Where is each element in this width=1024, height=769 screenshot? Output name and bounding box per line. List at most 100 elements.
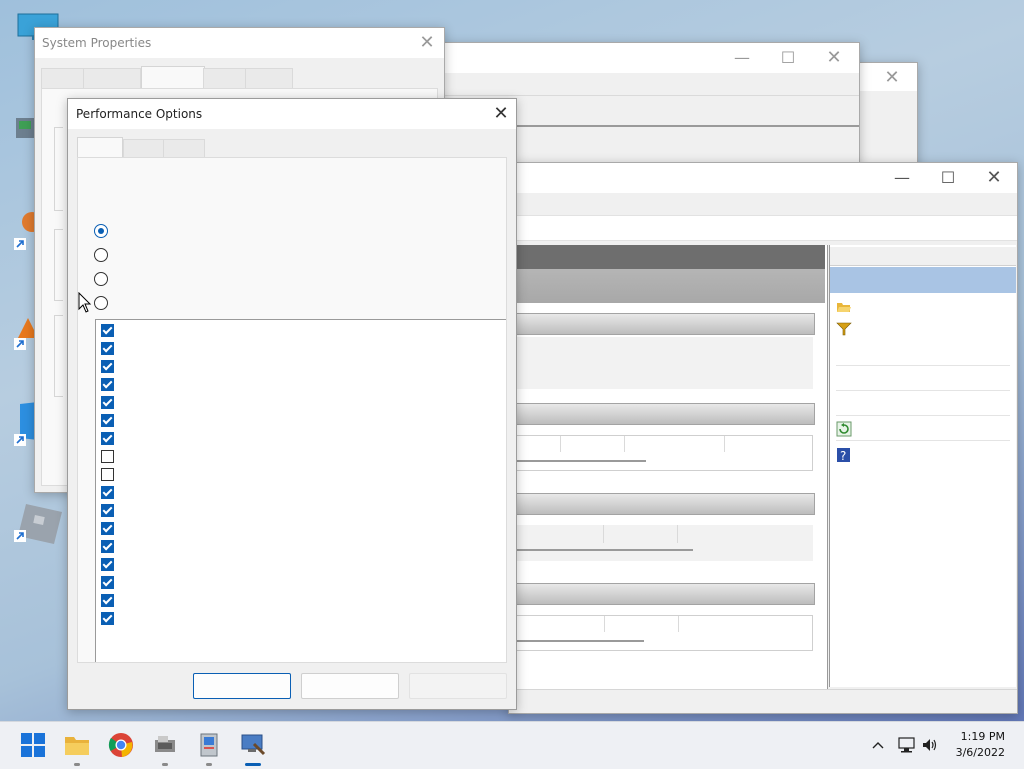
tab-2[interactable] — [83, 68, 141, 89]
volume-icon[interactable] — [921, 736, 939, 754]
close-icon[interactable]: ✕ — [811, 43, 857, 73]
effect-list-item[interactable] — [96, 431, 496, 447]
minimize-icon[interactable]: — — [879, 163, 925, 193]
effect-checkbox[interactable] — [101, 324, 114, 337]
tab-5[interactable] — [245, 68, 293, 89]
radio-let-windows-choose[interactable] — [94, 224, 108, 238]
close-icon[interactable]: ✕ — [478, 99, 524, 129]
effect-list-item[interactable] — [96, 539, 496, 555]
chevron-up-icon[interactable] — [871, 738, 885, 752]
effect-list-item[interactable] — [96, 359, 496, 375]
section-header-1[interactable] — [509, 313, 815, 335]
taskbar-chrome[interactable] — [108, 732, 134, 758]
tab-1[interactable] — [41, 68, 85, 89]
pane-header — [509, 245, 825, 269]
section-header-3[interactable] — [509, 493, 815, 515]
taskbar-computer-management[interactable] — [240, 732, 266, 766]
ok-button[interactable] — [193, 673, 291, 699]
folder-open-icon[interactable] — [836, 299, 852, 315]
effect-checkbox[interactable] — [101, 522, 114, 535]
section-header-2[interactable] — [509, 403, 815, 425]
effect-list-item[interactable] — [96, 611, 496, 627]
maximize-icon[interactable]: ☐ — [925, 163, 971, 193]
clock-time[interactable]: 1:19 PM — [950, 730, 1005, 743]
effect-list-item[interactable] — [96, 485, 496, 501]
section-body-1 — [509, 337, 813, 389]
effect-list-item[interactable] — [96, 593, 496, 609]
visual-effects-panel — [77, 157, 507, 663]
effect-checkbox[interactable] — [101, 576, 114, 589]
device-manager-icon — [155, 736, 175, 752]
refresh-icon[interactable] — [836, 421, 852, 437]
performance-tabs — [77, 137, 217, 160]
effect-list-item[interactable] — [96, 575, 496, 591]
taskbar-file-explorer[interactable] — [64, 732, 90, 766]
taskbar-device-manager[interactable] — [152, 732, 178, 766]
section-table-3 — [509, 525, 813, 561]
computer-management-window[interactable]: — ☐ ✕ ? — [508, 162, 1018, 714]
start-button[interactable] — [20, 732, 46, 758]
center-pane — [509, 245, 828, 689]
desktop-icon-6[interactable] — [14, 498, 64, 546]
close-icon[interactable]: ✕ — [869, 63, 915, 93]
apply-button — [409, 673, 507, 699]
effect-checkbox[interactable] — [101, 594, 114, 607]
effect-checkbox[interactable] — [101, 396, 114, 409]
menu-bar — [509, 215, 1017, 241]
effect-checkbox[interactable] — [101, 414, 114, 427]
radio-custom[interactable] — [94, 296, 108, 310]
cancel-button[interactable] — [301, 673, 399, 699]
effect-list-item[interactable] — [96, 323, 496, 339]
status-bar — [509, 689, 1017, 712]
section-table-2 — [509, 435, 813, 471]
system-properties-title: System Properties — [42, 36, 152, 50]
actions-selected-row[interactable] — [830, 267, 1016, 293]
close-icon[interactable]: ✕ — [407, 28, 447, 58]
effect-list-item[interactable] — [96, 341, 496, 357]
effect-list-item[interactable] — [96, 503, 496, 519]
effect-list-item[interactable] — [96, 557, 496, 573]
effect-checkbox[interactable] — [101, 504, 114, 517]
section-header-4[interactable] — [509, 583, 815, 605]
roblox-shortcut-icon — [14, 504, 62, 544]
effect-checkbox[interactable] — [101, 360, 114, 373]
radio-best-appearance[interactable] — [94, 248, 108, 262]
minimize-icon[interactable]: — — [719, 43, 765, 73]
system-properties-tabs — [41, 66, 331, 90]
visual-effects-list[interactable] — [95, 319, 506, 662]
effect-checkbox[interactable] — [101, 450, 114, 463]
computer-management-icon — [241, 734, 266, 756]
help-icon[interactable]: ? — [836, 447, 852, 463]
effect-checkbox[interactable] — [101, 612, 114, 625]
effect-checkbox[interactable] — [101, 342, 114, 355]
effect-list-item[interactable] — [96, 521, 496, 537]
dialog-title: Performance Options — [76, 107, 203, 121]
performance-options-dialog[interactable]: Performance Options ✕ — [67, 98, 517, 710]
actions-pane: ? — [829, 245, 1016, 687]
actions-header — [830, 247, 1016, 266]
taskbar-system-properties[interactable] — [196, 732, 222, 766]
effect-checkbox[interactable] — [101, 378, 114, 391]
radio-best-performance[interactable] — [94, 272, 108, 286]
mouse-cursor — [78, 292, 92, 313]
effect-list-item[interactable] — [96, 413, 496, 429]
effect-list-item[interactable] — [96, 449, 496, 465]
effect-list-item[interactable] — [96, 467, 496, 483]
effect-list-item[interactable] — [96, 395, 496, 411]
effect-checkbox[interactable] — [101, 540, 114, 553]
effect-checkbox[interactable] — [101, 558, 114, 571]
effect-checkbox[interactable] — [101, 468, 114, 481]
maximize-icon[interactable]: ☐ — [765, 43, 811, 73]
effect-checkbox[interactable] — [101, 486, 114, 499]
close-icon[interactable]: ✕ — [971, 163, 1017, 193]
effect-list-item[interactable] — [96, 377, 496, 393]
clock-date[interactable]: 3/6/2022 — [942, 746, 1005, 759]
tab-advanced[interactable] — [141, 66, 205, 89]
chrome-icon — [108, 733, 133, 757]
effect-checkbox[interactable] — [101, 432, 114, 445]
pane-subheader — [509, 269, 825, 303]
network-icon[interactable] — [898, 736, 916, 754]
tab-4[interactable] — [203, 68, 247, 89]
filter-icon[interactable] — [836, 321, 852, 337]
svg-text:?: ? — [840, 449, 846, 463]
